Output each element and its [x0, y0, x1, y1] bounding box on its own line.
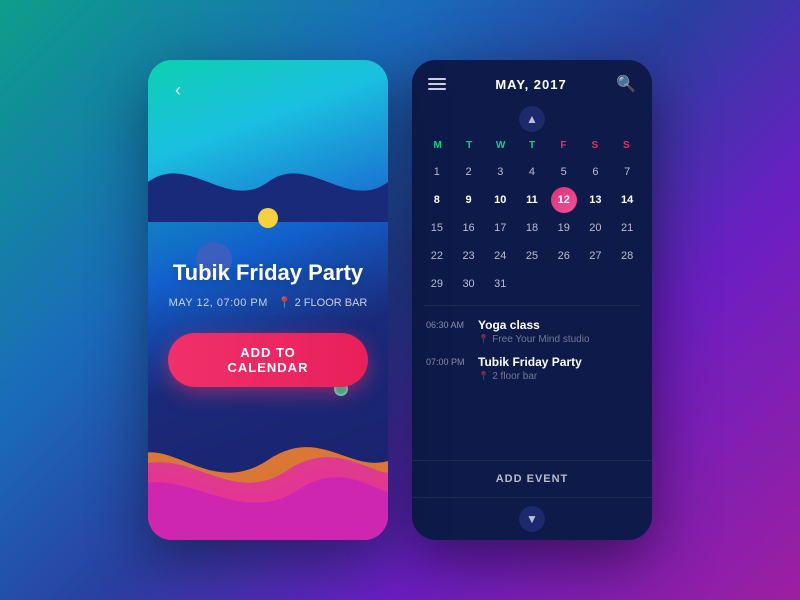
right-panel: MAY, 2017 🔍 ▲ M T W T F S S 123456789101… — [412, 60, 652, 540]
event-title: Tubik Friday Party — [173, 260, 363, 286]
cal-date-30[interactable]: 30 — [456, 271, 482, 297]
event-place-0: 📍Free Your Mind studio — [478, 334, 590, 345]
cal-date-8[interactable]: 8 — [424, 187, 450, 213]
cal-date-29[interactable]: 29 — [424, 271, 450, 297]
cal-date-2[interactable]: 2 — [456, 159, 482, 185]
cal-date-22[interactable]: 22 — [424, 243, 450, 269]
cal-date-7[interactable]: 7 — [614, 159, 640, 185]
event-meta: MAY 12, 07:00 PM 📍 2 FLOOR BAR — [169, 296, 368, 309]
calendar-header: MAY, 2017 🔍 — [412, 60, 652, 102]
event-name-1: Tubik Friday Party — [478, 355, 582, 369]
cal-date-21[interactable]: 21 — [614, 215, 640, 241]
nav-up-button[interactable]: ▲ — [519, 106, 545, 132]
cal-date-9[interactable]: 9 — [456, 187, 482, 213]
event-time-1: 07:00 PM — [426, 355, 468, 367]
pin-icon: 📍 — [478, 371, 489, 382]
cal-date-16[interactable]: 16 — [456, 215, 482, 241]
cal-date-20[interactable]: 20 — [582, 215, 608, 241]
divider-1 — [424, 305, 640, 306]
day-header-t1: T — [453, 136, 484, 155]
event-item-0: 06:30 AM Yoga class 📍Free Your Mind studio — [426, 318, 638, 345]
event-name-0: Yoga class — [478, 318, 590, 332]
cal-date-27[interactable]: 27 — [582, 243, 608, 269]
day-header-s1: S — [579, 136, 610, 155]
cal-date-26[interactable]: 26 — [551, 243, 577, 269]
cal-date-15[interactable]: 15 — [424, 215, 450, 241]
cal-date-18[interactable]: 18 — [519, 215, 545, 241]
day-header-s2: S — [611, 136, 642, 155]
location-icon: 📍 — [278, 296, 292, 309]
day-header-t2: T — [516, 136, 547, 155]
cal-date-4[interactable]: 4 — [519, 159, 545, 185]
menu-icon[interactable] — [428, 78, 446, 90]
search-icon[interactable]: 🔍 — [616, 74, 636, 94]
event-details-1: Tubik Friday Party 📍2 floor bar — [478, 355, 582, 382]
cal-date-25[interactable]: 25 — [519, 243, 545, 269]
yellow-dot — [258, 208, 278, 228]
day-header-m: M — [422, 136, 453, 155]
cal-date-28[interactable]: 28 — [614, 243, 640, 269]
menu-bar-1 — [428, 78, 446, 80]
menu-bar-3 — [428, 88, 446, 90]
event-item-1: 07:00 PM Tubik Friday Party 📍2 floor bar — [426, 355, 638, 382]
days-header: M T W T F S S — [422, 136, 642, 155]
cal-date-13[interactable]: 13 — [582, 187, 608, 213]
cal-date-1[interactable]: 1 — [424, 159, 450, 185]
pin-icon: 📍 — [478, 334, 489, 345]
day-header-w: W — [485, 136, 516, 155]
month-title: MAY, 2017 — [495, 77, 566, 92]
cal-date-17[interactable]: 17 — [487, 215, 513, 241]
cal-date-12[interactable]: 12 — [551, 187, 577, 213]
cal-date-24[interactable]: 24 — [487, 243, 513, 269]
event-place-1: 📍2 floor bar — [478, 371, 582, 382]
event-date: MAY 12, 07:00 PM — [169, 297, 268, 309]
calendar-grid: M T W T F S S 12345678910111213141516171… — [412, 136, 652, 297]
cal-date-31[interactable]: 31 — [487, 271, 513, 297]
add-event-button[interactable]: ADD EVENT — [412, 460, 652, 498]
nav-down-button[interactable]: ▼ — [519, 506, 545, 532]
event-location: 📍 2 FLOOR BAR — [278, 296, 367, 309]
nav-up-container: ▲ — [412, 102, 652, 136]
cal-date-19[interactable]: 19 — [551, 215, 577, 241]
event-info: Tubik Friday Party MAY 12, 07:00 PM 📍 2 … — [148, 260, 388, 387]
cal-date-3[interactable]: 3 — [487, 159, 513, 185]
pink-wave — [148, 420, 388, 540]
event-time-0: 06:30 AM — [426, 318, 468, 330]
add-to-calendar-button[interactable]: ADD TO CALENDAR — [168, 333, 368, 387]
cal-date-11[interactable]: 11 — [519, 187, 545, 213]
calendar-dates: 1234567891011121314151617181920212223242… — [422, 159, 642, 297]
back-button[interactable]: ‹ — [164, 76, 192, 104]
cal-date-5[interactable]: 5 — [551, 159, 577, 185]
cal-date-23[interactable]: 23 — [456, 243, 482, 269]
nav-down-container: ▼ — [412, 498, 652, 540]
day-header-f: F — [548, 136, 579, 155]
calendar-events: 06:30 AM Yoga class 📍Free Your Mind studio… — [412, 314, 652, 460]
event-details-0: Yoga class 📍Free Your Mind studio — [478, 318, 590, 345]
cal-date-14[interactable]: 14 — [614, 187, 640, 213]
cal-date-10[interactable]: 10 — [487, 187, 513, 213]
left-panel: ‹ Tubik Friday Party MAY 12, 07:00 PM 📍 … — [148, 60, 388, 540]
menu-bar-2 — [428, 83, 446, 85]
cal-date-6[interactable]: 6 — [582, 159, 608, 185]
